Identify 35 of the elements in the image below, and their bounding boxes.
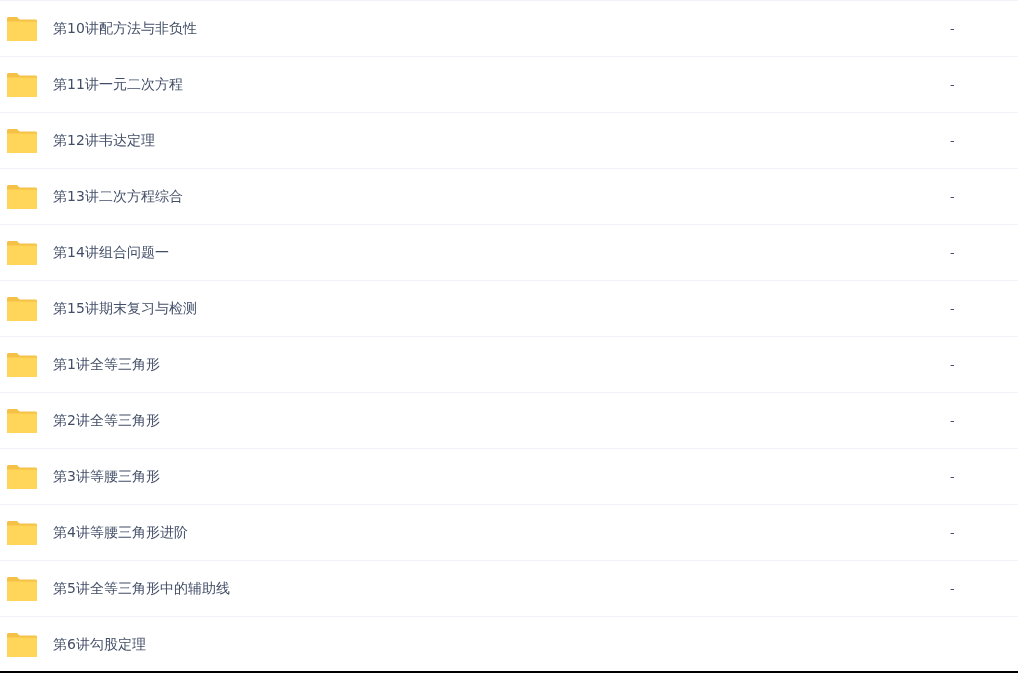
folder-icon — [6, 351, 38, 378]
folder-name[interactable]: 第15讲期末复习与检测 — [53, 299, 197, 318]
folder-icon — [6, 127, 38, 154]
folder-name[interactable]: 第3讲等腰三角形 — [53, 467, 160, 486]
folder-icon — [6, 407, 38, 434]
file-size: - — [950, 581, 955, 596]
folder-icon — [6, 295, 38, 322]
folder-icon — [6, 183, 38, 210]
folder-name[interactable]: 第12讲韦达定理 — [53, 131, 155, 150]
folder-name[interactable]: 第6讲勾股定理 — [53, 635, 146, 654]
folder-icon — [6, 631, 38, 658]
folder-icon — [6, 71, 38, 98]
folder-name[interactable]: 第5讲全等三角形中的辅助线 — [53, 579, 230, 598]
folder-name[interactable]: 第4讲等腰三角形进阶 — [53, 523, 188, 542]
file-size: - — [950, 413, 955, 428]
folder-icon — [6, 463, 38, 490]
folder-icon — [6, 15, 38, 42]
folder-icon — [6, 519, 38, 546]
file-size: - — [950, 189, 955, 204]
folder-name[interactable]: 第13讲二次方程综合 — [53, 187, 183, 206]
folder-name[interactable]: 第14讲组合问题一 — [53, 243, 169, 262]
folder-name[interactable]: 第11讲一元二次方程 — [53, 75, 183, 94]
file-size: - — [950, 77, 955, 92]
folder-name[interactable]: 第1讲全等三角形 — [53, 355, 160, 374]
file-size: - — [950, 245, 955, 260]
file-size: - — [950, 21, 955, 36]
file-size: - — [950, 525, 955, 540]
file-size: - — [950, 469, 955, 484]
file-size: - — [950, 133, 955, 148]
folder-name[interactable]: 第10讲配方法与非负性 — [53, 19, 197, 38]
file-size: - — [950, 357, 955, 372]
folder-name[interactable]: 第2讲全等三角形 — [53, 411, 160, 430]
folder-icon — [6, 239, 38, 266]
file-size: - — [950, 301, 955, 316]
folder-icon — [6, 575, 38, 602]
